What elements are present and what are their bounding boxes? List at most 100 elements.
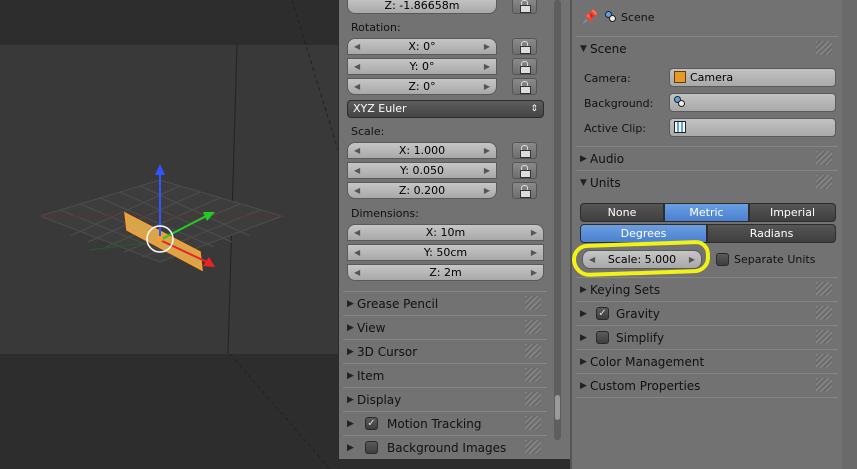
panel-3d-cursor[interactable]: ▶ 3D Cursor	[343, 339, 547, 363]
collapsed-triangle-icon: ▶	[580, 154, 587, 164]
collapsed-triangle-icon: ▶	[347, 299, 354, 309]
panel-display[interactable]: ▶ Display	[343, 387, 547, 411]
properties-scroll-gutter	[842, 0, 857, 469]
dimensions-y-value: Y: 50cm	[423, 246, 468, 259]
collapsed-triangle-icon: ▶	[580, 309, 587, 319]
panel-custom-properties[interactable]: ▶ Custom Properties	[576, 373, 838, 397]
radians-button[interactable]: Radians	[707, 224, 836, 243]
panel-color-management[interactable]: ▶ Color Management	[576, 349, 838, 373]
panel-simplify[interactable]: ▶ Simplify	[576, 325, 838, 349]
world-icon	[674, 96, 686, 108]
camera-label: Camera:	[584, 72, 631, 85]
panel-item[interactable]: ▶ Item	[343, 363, 547, 387]
scale-z-lock-icon[interactable]	[512, 182, 537, 199]
panel-display-label: Display	[357, 393, 402, 407]
background-images-checkbox[interactable]	[365, 441, 378, 454]
dimensions-z-value: Z: 2m	[429, 266, 462, 279]
rotation-mode-value: XYZ Euler	[353, 102, 407, 115]
rotation-z-value: Z: 0°	[408, 80, 436, 93]
dimensions-x-value: X: 10m	[425, 226, 466, 239]
scale-x-field[interactable]: ◀ X: 1.000 ▶	[347, 142, 497, 159]
location-z-lock-icon[interactable]	[512, 0, 537, 14]
scale-x-value: X: 1.000	[398, 144, 446, 157]
rotation-y-field[interactable]: ◀ Y: 0° ▶	[347, 58, 497, 75]
panel-custom-properties-label: Custom Properties	[590, 379, 701, 393]
panel-keying-sets-label: Keying Sets	[590, 283, 661, 297]
scale-z-field[interactable]: ◀ Z: 0.200 ▶	[347, 182, 497, 199]
3d-viewport[interactable]	[0, 0, 338, 469]
panel-units[interactable]: ▼ Units	[576, 170, 838, 194]
collapsed-triangle-icon: ▶	[347, 371, 354, 381]
dimensions-z-field[interactable]: ◀ Z: 2m ▶	[347, 264, 544, 281]
scale-y-value: Y: 0.050	[400, 164, 444, 177]
rotation-mode-dropdown[interactable]: XYZ Euler ⇕	[347, 100, 544, 118]
panel-audio[interactable]: ▶ Audio	[576, 146, 838, 170]
rotation-y-lock-icon[interactable]	[512, 58, 537, 75]
panel-scene-label: Scene	[590, 42, 627, 56]
collapsed-triangle-icon: ▶	[347, 419, 354, 429]
panel-scene[interactable]: ▼ Scene	[576, 36, 838, 60]
sidebar-scrollbar[interactable]	[554, 0, 561, 440]
panel-gravity[interactable]: ▶ ✓ Gravity	[576, 301, 838, 325]
collapsed-triangle-icon: ▶	[347, 323, 354, 333]
panel-motion-tracking-label: Motion Tracking	[387, 417, 482, 431]
rotation-x-field[interactable]: ◀ X: 0° ▶	[347, 38, 497, 55]
breadcrumb: Scene	[621, 11, 655, 24]
expanded-triangle-icon: ▼	[580, 178, 587, 188]
scale-y-field[interactable]: ◀ Y: 0.050 ▶	[347, 162, 497, 179]
panel-color-management-label: Color Management	[590, 355, 705, 369]
expanded-triangle-icon: ▼	[580, 44, 587, 54]
rotation-z-field[interactable]: ◀ Z: 0° ▶	[347, 78, 497, 95]
panel-view[interactable]: ▶ View	[343, 315, 547, 339]
collapsed-triangle-icon: ▶	[580, 285, 587, 295]
scale-y-lock-icon[interactable]	[512, 162, 537, 179]
location-z-field[interactable]: Z: -1.86658m	[347, 0, 497, 14]
separate-units-label: Separate Units	[734, 253, 816, 266]
panel-keying-sets[interactable]: ▶ Keying Sets	[576, 277, 838, 301]
unit-none-button[interactable]: None	[580, 203, 664, 222]
rotation-z-lock-icon[interactable]	[512, 78, 537, 95]
background-label: Background:	[584, 97, 654, 110]
camera-object-icon	[674, 71, 686, 83]
panel-3d-cursor-label: 3D Cursor	[357, 345, 418, 359]
camera-field[interactable]: Camera	[669, 68, 836, 87]
panel-background-images[interactable]: ▶ Background Images	[343, 435, 547, 459]
panel-audio-label: Audio	[590, 152, 625, 166]
unit-imperial-button[interactable]: Imperial	[749, 203, 836, 222]
panel-background-images-label: Background Images	[387, 441, 507, 455]
collapsed-triangle-icon: ▶	[580, 357, 587, 367]
motion-tracking-checkbox[interactable]: ✓	[365, 417, 378, 430]
panel-simplify-label: Simplify	[616, 331, 665, 345]
collapsed-triangle-icon: ▶	[580, 381, 587, 391]
active-clip-field[interactable]	[669, 118, 836, 137]
scale-x-lock-icon[interactable]	[512, 142, 537, 159]
unit-metric-button[interactable]: Metric	[664, 203, 749, 222]
location-z-value: Z: -1.86658m	[384, 0, 460, 12]
simplify-checkbox[interactable]	[596, 331, 609, 344]
rotation-x-value: X: 0°	[408, 40, 436, 53]
dimensions-label: Dimensions:	[351, 207, 419, 220]
rotation-x-lock-icon[interactable]	[512, 38, 537, 55]
panel-grease-pencil[interactable]: ▶ Grease Pencil	[343, 291, 547, 315]
gravity-checkbox[interactable]: ✓	[596, 307, 609, 320]
background-field[interactable]	[669, 93, 836, 112]
dimensions-y-field[interactable]: ◀ Y: 50cm ▶	[347, 244, 544, 261]
scene-icon	[605, 11, 617, 23]
dimensions-x-field[interactable]: ◀ X: 10m ▶	[347, 224, 544, 241]
camera-value: Camera	[690, 71, 734, 84]
rotation-y-value: Y: 0°	[409, 60, 435, 73]
panel-item-label: Item	[357, 369, 385, 383]
panel-view-label: View	[357, 321, 386, 335]
scale-z-value: Z: 0.200	[398, 184, 446, 197]
panel-gravity-label: Gravity	[616, 307, 660, 321]
panel-grease-pencil-label: Grease Pencil	[357, 297, 439, 311]
scale-highlight-circle	[571, 239, 711, 278]
scrollbar-thumb[interactable]	[555, 395, 560, 420]
collapsed-triangle-icon: ▶	[347, 395, 354, 405]
active-clip-label: Active Clip:	[584, 122, 647, 135]
separate-units-checkbox[interactable]	[716, 253, 729, 266]
panel-motion-tracking[interactable]: ▶ ✓ Motion Tracking	[343, 411, 547, 435]
pin-icon[interactable]: 📌	[582, 10, 598, 25]
properties-editor: 📌 Scene ▼ Scene Camera: Camera Background…	[570, 0, 857, 469]
rotation-label: Rotation:	[351, 21, 401, 34]
